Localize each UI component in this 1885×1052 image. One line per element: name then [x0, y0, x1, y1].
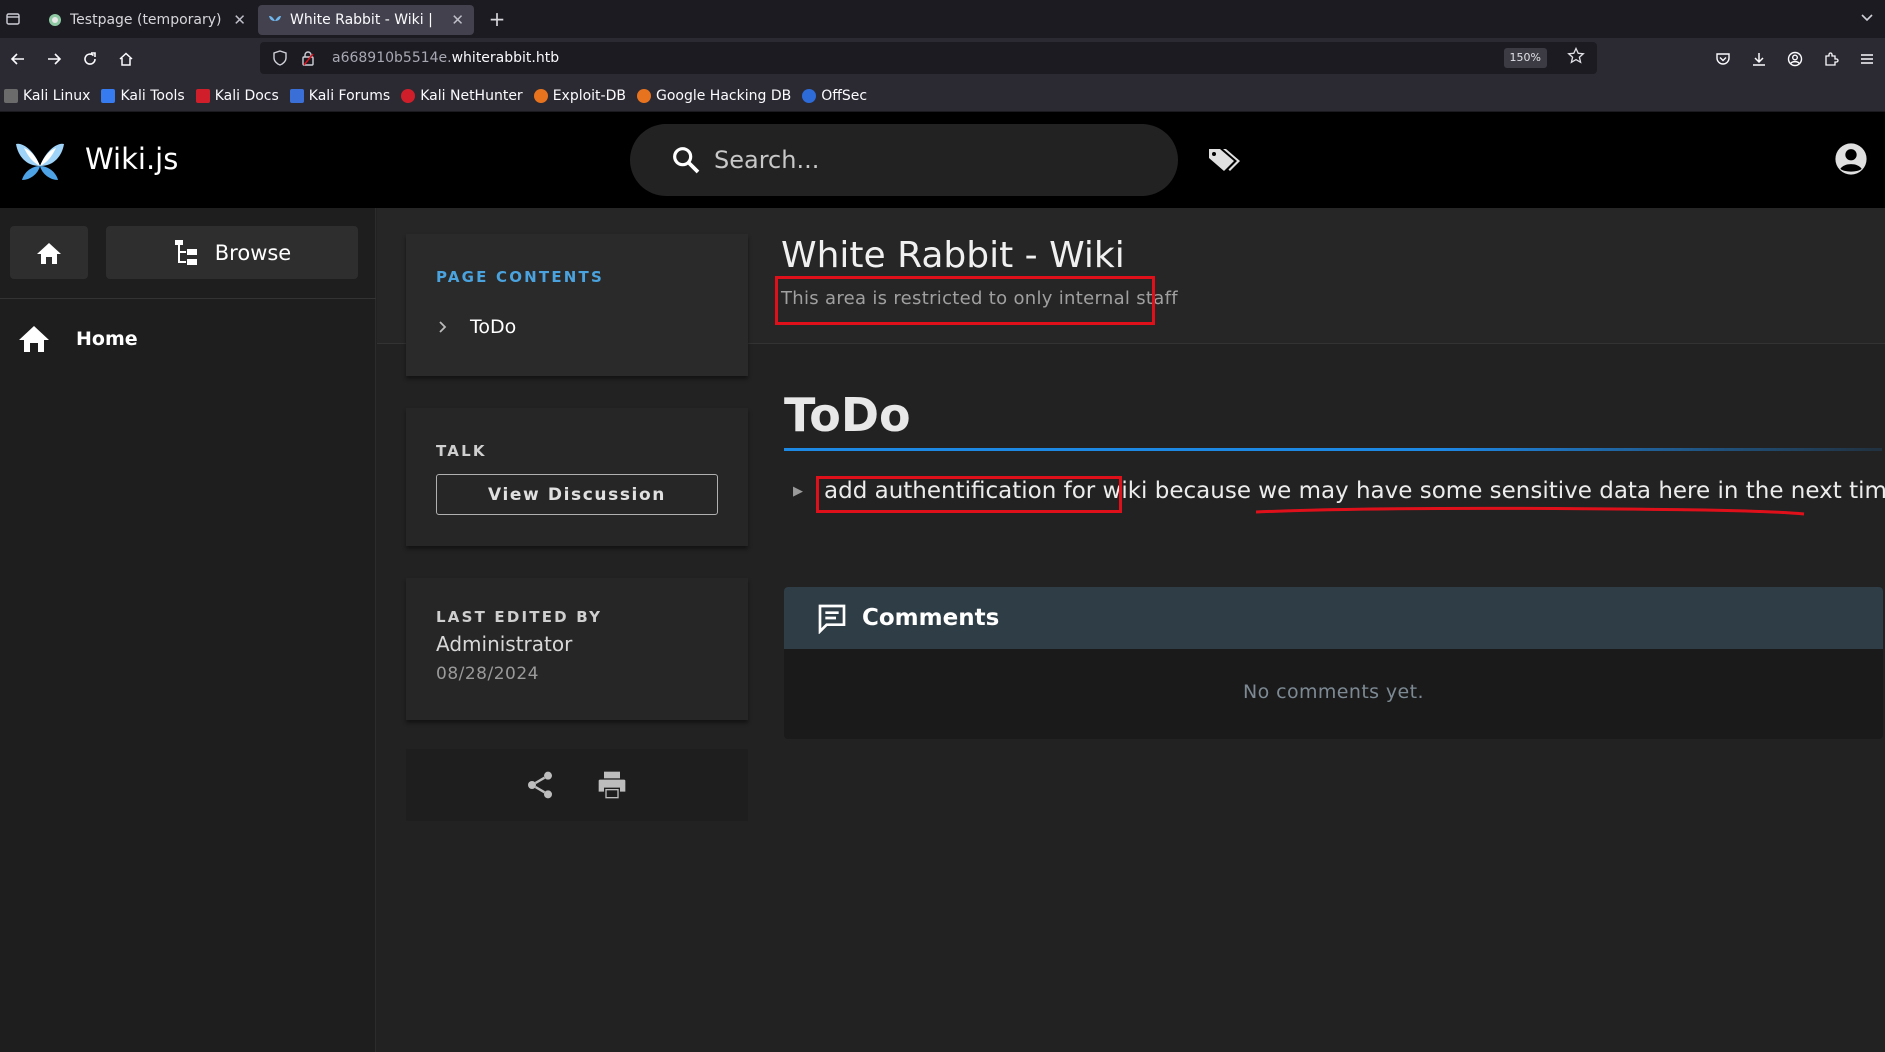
- close-tab-icon[interactable]: ✕: [451, 11, 464, 29]
- browser-nav-bar: a668910b5514e.whiterabbit.htb 150%: [0, 38, 1885, 80]
- wikijs-favicon-icon: [268, 13, 282, 27]
- bullet-triangle-icon: ▶: [793, 483, 803, 499]
- no-comments-text: No comments yet.: [1243, 681, 1424, 703]
- bookmark-kali-nethunter[interactable]: Kali NetHunter: [401, 88, 523, 104]
- bookmarks-bar: Kali Linux Kali Tools Kali Docs Kali For…: [0, 80, 1885, 112]
- kali-forums-icon: [289, 88, 304, 103]
- browser-tab-whiterabbit[interactable]: White Rabbit - Wiki | Wik ✕: [258, 5, 474, 35]
- search-icon: [673, 147, 700, 174]
- search-box[interactable]: [630, 124, 1178, 196]
- kali-tools-icon: [101, 88, 116, 103]
- chevron-down-icon[interactable]: [1859, 9, 1875, 29]
- comments-title: Comments: [862, 605, 1000, 631]
- nethunter-icon: [401, 88, 416, 103]
- extensions-icon[interactable]: [1813, 41, 1849, 77]
- tab-title: White Rabbit - Wiki | Wik: [290, 12, 436, 28]
- last-edited-label: LAST EDITED BY: [436, 608, 603, 626]
- todo-middle-text: because we: [1147, 478, 1299, 504]
- comments-header: Comments: [784, 587, 1883, 649]
- annotation-underline: [1255, 506, 1805, 516]
- share-icon[interactable]: [524, 769, 556, 801]
- last-edited-user[interactable]: Administrator: [436, 632, 572, 656]
- page-title: White Rabbit - Wiki: [781, 235, 1125, 276]
- tags-icon[interactable]: [1207, 145, 1243, 175]
- heading-underline: [784, 448, 1882, 451]
- toc-item-label: ToDo: [470, 316, 517, 338]
- todo-tail-text: may have some sensitive data here in the…: [1298, 478, 1885, 504]
- forward-icon[interactable]: [36, 41, 72, 77]
- close-tab-icon[interactable]: ✕: [233, 11, 246, 29]
- home-icon[interactable]: [108, 41, 144, 77]
- wikijs-logo-icon[interactable]: [14, 136, 66, 182]
- bookmark-offsec[interactable]: OffSec: [802, 88, 867, 104]
- home-button[interactable]: [10, 226, 88, 279]
- annotation-box: [775, 276, 1155, 325]
- kali-docs-icon: [195, 88, 210, 103]
- sidebar-item-home[interactable]: Home: [18, 324, 138, 354]
- tab-title: Testpage (temporary): [70, 12, 222, 28]
- bookmark-exploit-db[interactable]: Exploit-DB: [533, 88, 626, 104]
- browser-tab-testpage[interactable]: Testpage (temporary) ✕: [38, 5, 256, 35]
- account-circle-icon[interactable]: [1777, 41, 1813, 77]
- page-actions-panel: [406, 749, 748, 821]
- shield-icon[interactable]: [268, 46, 292, 70]
- section-heading: ToDo: [784, 388, 911, 442]
- view-discussion-button[interactable]: View Discussion: [436, 474, 718, 515]
- app-brand[interactable]: Wiki.js: [85, 142, 178, 176]
- home-icon: [37, 242, 61, 264]
- menu-icon[interactable]: [1849, 41, 1885, 77]
- print-icon[interactable]: [596, 769, 628, 801]
- sidebar-item-label: Home: [76, 328, 138, 350]
- bookmark-star-icon[interactable]: [1567, 46, 1585, 69]
- bookmark-google-hacking-db[interactable]: Google Hacking DB: [636, 88, 791, 104]
- download-icon[interactable]: [1741, 41, 1777, 77]
- search-input[interactable]: [714, 146, 1154, 174]
- last-edited-date: 08/28/2024: [436, 664, 539, 684]
- lock-icon[interactable]: [296, 46, 320, 70]
- toc-label: PAGE CONTENTS: [436, 268, 604, 286]
- last-edited-panel: LAST EDITED BY Administrator 08/28/2024: [406, 578, 748, 720]
- app-header: Wiki.js: [0, 112, 1885, 208]
- offsec-icon: [802, 88, 817, 103]
- bookmark-kali-tools[interactable]: Kali Tools: [101, 88, 185, 104]
- talk-panel: TALK View Discussion: [406, 408, 748, 546]
- back-icon[interactable]: [0, 41, 36, 77]
- annotation-box: [816, 476, 1122, 513]
- comment-icon: [818, 604, 846, 634]
- file-tree-icon: [174, 239, 197, 265]
- globe-icon: [48, 13, 62, 27]
- comments-section: Comments No comments yet.: [784, 587, 1883, 739]
- browse-button[interactable]: Browse: [106, 226, 358, 279]
- sidebar-divider: [0, 298, 376, 299]
- browse-label: Browse: [214, 240, 292, 265]
- reload-icon[interactable]: [72, 41, 108, 77]
- zoom-level[interactable]: 150%: [1503, 48, 1547, 68]
- bookmark-kali-forums[interactable]: Kali Forums: [289, 88, 390, 104]
- account-icon[interactable]: [1834, 142, 1868, 176]
- chevron-right-icon: [439, 321, 447, 333]
- url-bar[interactable]: a668910b5514e.whiterabbit.htb 150%: [260, 42, 1597, 74]
- bookmark-kali-linux[interactable]: Kali Linux: [4, 88, 90, 104]
- toc-item[interactable]: ToDo: [434, 316, 516, 338]
- talk-label: TALK: [436, 442, 487, 460]
- bookmark-kali-docs[interactable]: Kali Docs: [195, 88, 279, 104]
- kali-dragon-icon: [4, 88, 18, 103]
- exploit-db-icon: [533, 88, 548, 103]
- ghdb-icon: [636, 88, 651, 103]
- tab-list-icon[interactable]: [0, 0, 26, 38]
- browser-tab-bar: Testpage (temporary) ✕ White Rabbit - Wi…: [0, 0, 1885, 38]
- new-tab-icon[interactable]: +: [482, 4, 512, 34]
- home-icon: [19, 326, 49, 352]
- page-contents-panel: PAGE CONTENTS ToDo: [406, 234, 748, 376]
- toolbar-right: [1705, 38, 1885, 80]
- url-text: a668910b5514e.whiterabbit.htb: [332, 50, 560, 66]
- pocket-icon[interactable]: [1705, 41, 1741, 77]
- sidebar: Browse Home: [0, 208, 376, 1052]
